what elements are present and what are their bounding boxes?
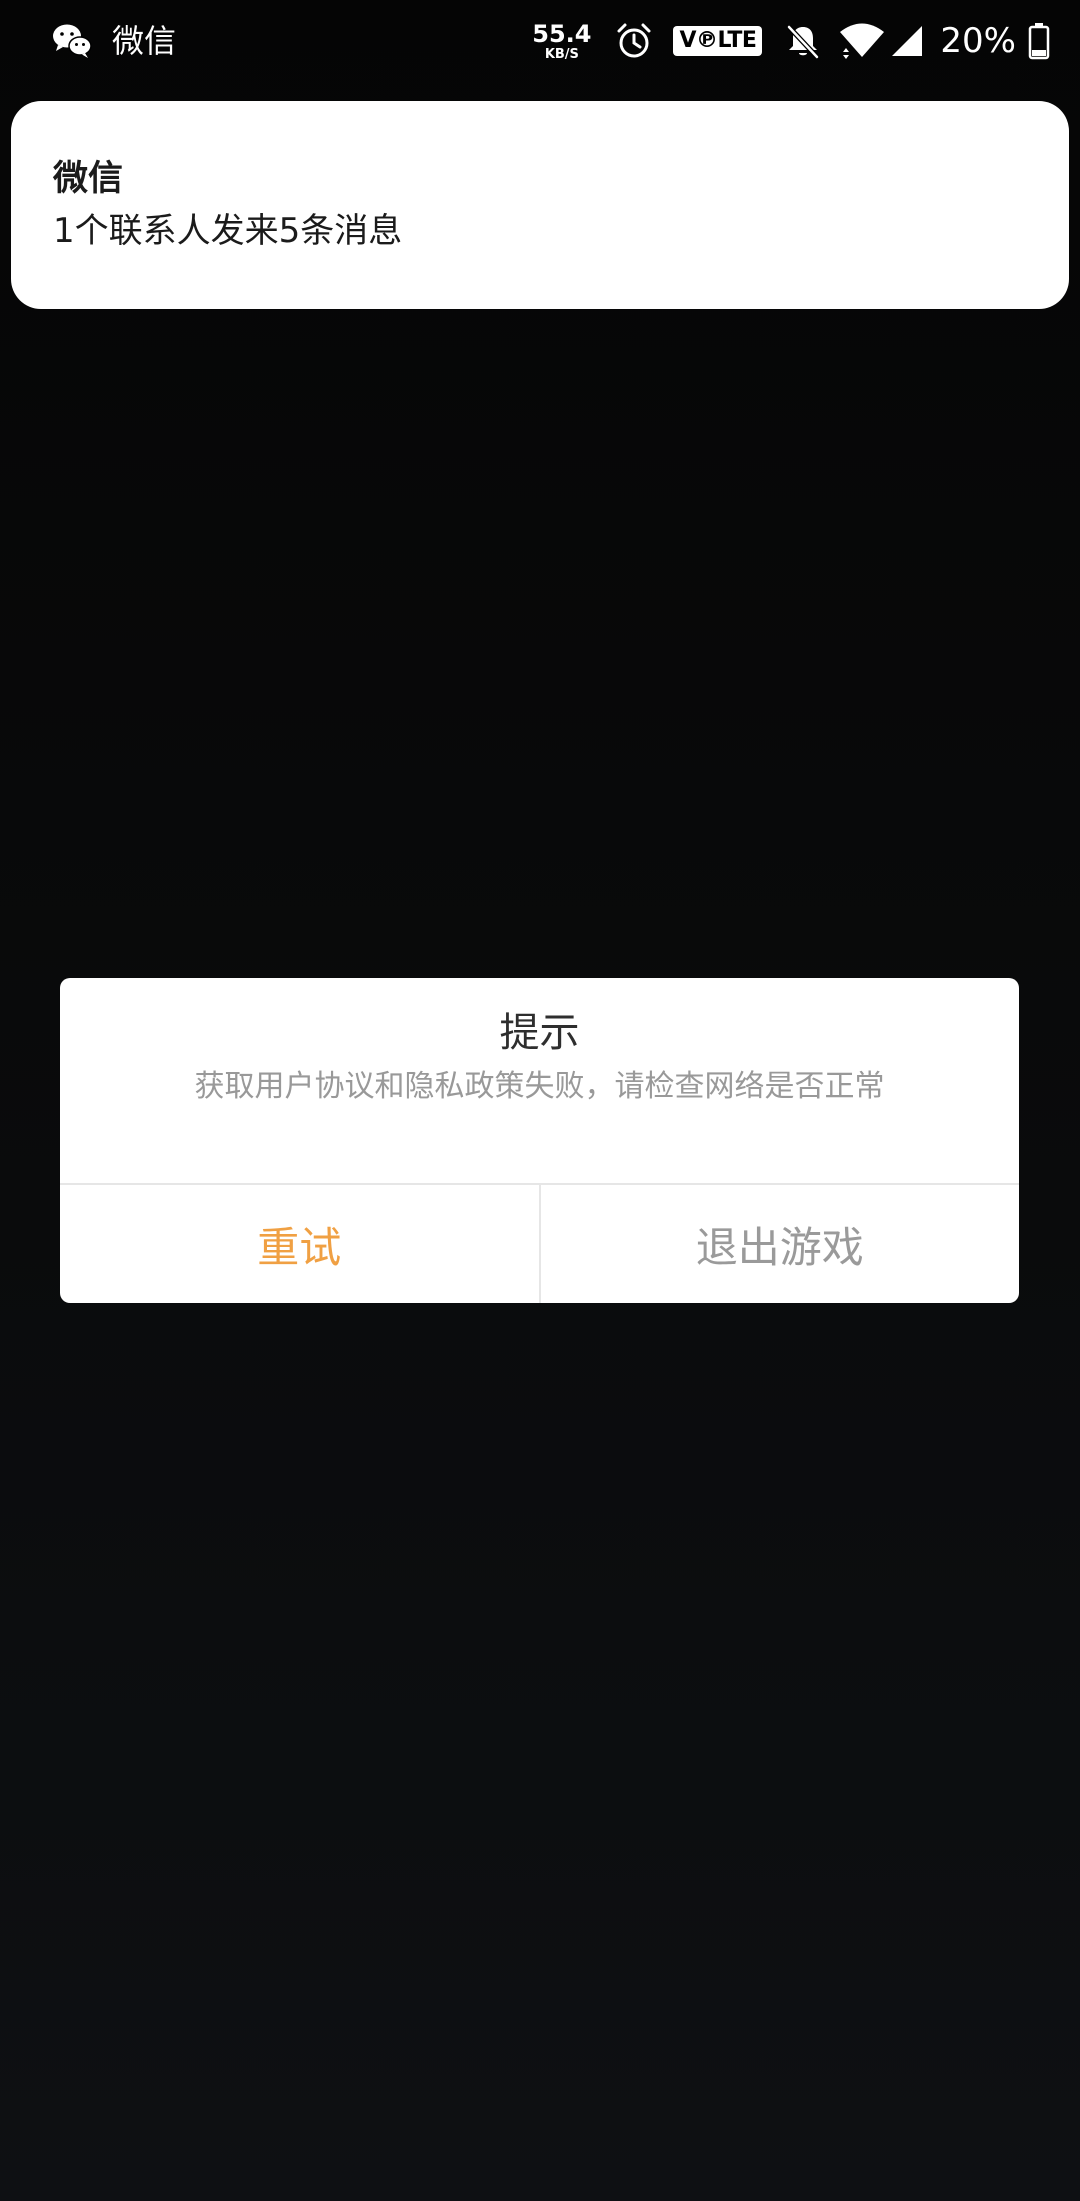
status-bar: 微信 55.4 KB/S V℗LTE 20% bbox=[0, 0, 1080, 82]
dialog-message: 获取用户协议和隐私政策失败，请检查网络是否正常 bbox=[194, 1069, 885, 1104]
signal-icon bbox=[892, 26, 923, 56]
bell-off-icon bbox=[787, 25, 820, 59]
status-bar-left: 微信 bbox=[52, 18, 176, 64]
wifi-icon bbox=[840, 23, 885, 59]
network-speed-unit: KB/S bbox=[544, 46, 579, 62]
alert-dialog: 提示 获取用户协议和隐私政策失败，请检查网络是否正常 重试 退出游戏 bbox=[60, 978, 1019, 1303]
status-bar-right: 55.4 KB/S V℗LTE 20% bbox=[532, 14, 1050, 68]
network-speed-value: 55.4 bbox=[532, 19, 592, 48]
battery-icon bbox=[1028, 23, 1050, 60]
volte-badge: V℗LTE bbox=[673, 26, 763, 56]
notification-title: 微信 bbox=[53, 159, 124, 199]
battery-percent: 20% bbox=[940, 21, 1016, 61]
dialog-title: 提示 bbox=[499, 1010, 580, 1056]
notification-card[interactable]: 微信 1个联系人发来5条消息 bbox=[11, 101, 1069, 309]
status-app-name: 微信 bbox=[112, 22, 177, 60]
alarm-icon bbox=[617, 23, 651, 58]
notification-body: 1个联系人发来5条消息 bbox=[53, 211, 403, 251]
exit-game-button[interactable]: 退出游戏 bbox=[541, 1185, 1020, 1303]
wechat-icon bbox=[53, 24, 92, 58]
retry-button[interactable]: 重试 bbox=[60, 1185, 539, 1303]
dialog-buttons: 重试 退出游戏 bbox=[60, 1185, 1019, 1303]
network-speed: 55.4 KB/S bbox=[532, 22, 591, 61]
